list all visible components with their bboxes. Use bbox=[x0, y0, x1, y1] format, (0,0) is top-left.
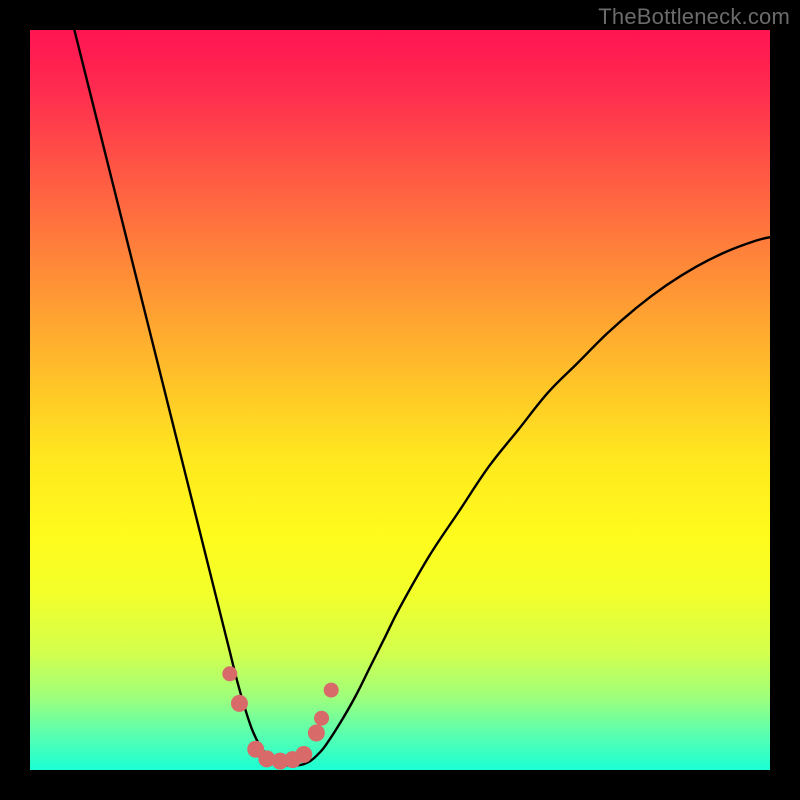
chart-frame: TheBottleneck.com bbox=[0, 0, 800, 800]
bottleneck-curve bbox=[74, 30, 770, 766]
curve-marker bbox=[231, 695, 248, 712]
plot-area bbox=[30, 30, 770, 770]
curve-marker bbox=[314, 711, 329, 726]
curve-markers bbox=[222, 666, 338, 769]
chart-svg bbox=[30, 30, 770, 770]
attribution-label: TheBottleneck.com bbox=[598, 4, 790, 30]
curve-marker bbox=[295, 746, 312, 763]
curve-marker bbox=[222, 666, 237, 681]
curve-marker bbox=[324, 683, 339, 698]
curve-marker bbox=[308, 725, 325, 742]
